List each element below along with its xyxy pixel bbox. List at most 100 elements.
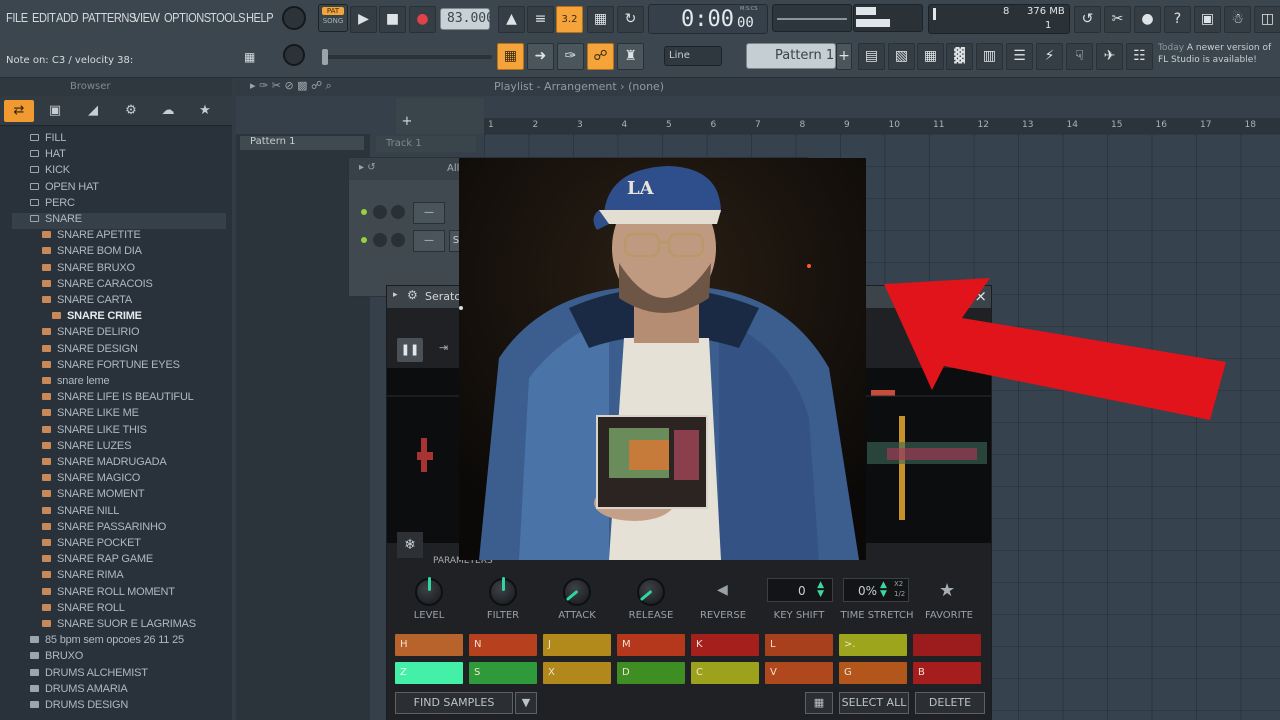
plugin-icon[interactable]: ⚡ [1036, 43, 1063, 70]
draw-icon[interactable]: ✑ [557, 43, 584, 70]
channel-rack-icon[interactable]: ▧ [888, 43, 915, 70]
stretch-half[interactable]: 1/2 [894, 590, 905, 598]
sample-pad[interactable]: D [617, 662, 685, 684]
menu-tools[interactable]: TOOLS [210, 10, 246, 25]
add-track-button[interactable]: + [396, 114, 418, 134]
stop-button[interactable]: ■ [379, 6, 406, 33]
browser-item[interactable]: SNARE NILL [42, 505, 119, 521]
browser-item[interactable]: SNARE LIKE ME [42, 407, 139, 423]
browser-item[interactable]: SNARE [12, 213, 226, 229]
tempo-display[interactable]: 83.000 [440, 8, 494, 30]
countdown-icon[interactable]: 3.2 [556, 6, 583, 33]
release-knob[interactable] [637, 578, 665, 606]
browser-item[interactable]: DRUMS ALCHEMIST [30, 667, 148, 683]
sample-pad[interactable]: M [617, 634, 685, 656]
keyboard-icon[interactable]: ▦ [805, 692, 833, 714]
browser-project-icon[interactable]: ▣ [40, 100, 70, 122]
step-edit-icon[interactable]: ▦ [587, 6, 614, 33]
sample-pad[interactable]: B [913, 662, 981, 684]
browser-item[interactable]: SNARE BRUXO [42, 262, 135, 278]
mixer-icon[interactable]: ▤ [858, 43, 885, 70]
loop-record-icon[interactable]: ↻ [617, 6, 644, 33]
browser-item[interactable]: SNARE ROLL MOMENT [42, 586, 175, 602]
sample-pad[interactable]: L [765, 634, 833, 656]
browser-item[interactable]: DRUMS AMARIA [30, 683, 128, 699]
sample-pad[interactable]: C [691, 662, 759, 684]
menu-add[interactable]: ADD [56, 10, 78, 25]
piano-icon[interactable]: ▦ [244, 50, 255, 64]
pat-song-switch[interactable]: PAT SONG [318, 4, 348, 32]
browser-item[interactable]: PERC [30, 197, 75, 213]
browser-item[interactable]: SNARE POCKET [42, 537, 141, 553]
sample-pad[interactable]: X [543, 662, 611, 684]
plugin-arrow-icon[interactable]: ▸ [393, 290, 398, 300]
browser-item[interactable]: SNARE BOM DIA [42, 245, 142, 261]
snap-selector[interactable]: Line [664, 46, 722, 66]
browser-item[interactable]: snare leme [42, 375, 110, 391]
more-icon[interactable]: ◫ [1254, 6, 1280, 33]
add-pattern-button[interactable]: + [836, 43, 852, 70]
browser-item[interactable]: SNARE FORTUNE EYES [42, 359, 180, 375]
browser-item[interactable]: SNARE DESIGN [42, 343, 138, 359]
browser-item[interactable]: SNARE CARACOIS [42, 278, 153, 294]
browser-item[interactable]: SNARE LUZES [42, 440, 131, 456]
save-icon[interactable]: ▣ [1194, 6, 1221, 33]
playlist-tools-icon[interactable]: ▸ ✑ ✂ ⊘ ▩ ☍ ⌕ [250, 79, 332, 93]
stamp-icon[interactable]: ♜ [617, 43, 644, 70]
time-stretch-box[interactable]: 0% ▲ ▼ X2 1/2 [843, 578, 909, 602]
sample-pad[interactable]: Z [395, 662, 463, 684]
rack-menu-icon[interactable]: ▸ ↺ [359, 162, 376, 173]
browser-favorites-icon[interactable]: ★ [190, 100, 220, 122]
browser-cloud-icon[interactable]: ☁ [153, 100, 183, 122]
browser-item[interactable]: KICK [30, 164, 70, 180]
cut-icon[interactable]: ✂ [1104, 6, 1131, 33]
browser-item[interactable]: SNARE RIMA [42, 569, 124, 585]
browser-item[interactable]: BRUXO [30, 650, 83, 666]
undo-icon[interactable]: ↺ [1074, 6, 1101, 33]
browser-item[interactable]: FILL [30, 132, 66, 148]
menu-options[interactable]: OPTIONS [164, 10, 211, 25]
sample-pad[interactable]: V [765, 662, 833, 684]
find-samples-button[interactable]: FIND SAMPLES [395, 692, 513, 714]
level-knob[interactable] [415, 577, 443, 606]
key-shift-box[interactable]: 0 ▲ ▼ [767, 578, 833, 602]
microphone-icon[interactable]: ● [1134, 6, 1161, 33]
plugin-picker-icon[interactable]: ☰ [1006, 43, 1033, 70]
browser-all-icon[interactable]: ⇄ [4, 100, 34, 122]
browser-item[interactable]: SNARE DELIRIO [42, 326, 140, 342]
plugin-gear-icon[interactable]: ⚙ [407, 288, 418, 302]
filter-knob[interactable] [489, 577, 517, 606]
browser-icon[interactable]: ▥ [976, 43, 1003, 70]
track-header[interactable]: Track 1 [376, 136, 476, 152]
select-all-button[interactable]: SELECT ALL [839, 692, 909, 714]
rack-channel-row[interactable]: — [357, 202, 457, 224]
pitch-knob[interactable] [283, 44, 305, 66]
browser-item[interactable]: SNARE CRIME [52, 310, 142, 326]
browser-item[interactable]: DRUMS DESIGN [30, 699, 128, 715]
browser-item[interactable]: SNARE LIKE THIS [42, 424, 147, 440]
browser-item[interactable]: SNARE ROLL [42, 602, 125, 618]
sample-pad[interactable]: H [395, 634, 463, 656]
sample-pad[interactable]: G [839, 662, 907, 684]
favorite-icon[interactable]: ★ [939, 580, 955, 601]
pause-button[interactable]: ❚❚ [397, 338, 423, 362]
wait-input-icon[interactable]: ≡ [527, 6, 554, 33]
playlist-ruler[interactable]: 1 2 3 4 5 6 7 8 9 10 11 12 13 14 15 16 17 18 [484, 118, 1280, 134]
sample-pad[interactable]: S [469, 662, 537, 684]
sample-pad[interactable]: J [543, 634, 611, 656]
menu-edit[interactable]: EDIT [32, 10, 56, 25]
attack-knob[interactable] [563, 578, 591, 606]
arrow-icon[interactable]: ➜ [527, 43, 554, 70]
browser-item[interactable]: SNARE MADRUGADA [42, 456, 167, 472]
record-button[interactable]: ● [409, 6, 436, 33]
delete-button[interactable]: DELETE [915, 692, 985, 714]
master-pitch-slider[interactable] [322, 49, 492, 65]
browser-speaker-icon[interactable]: ◢ [78, 100, 108, 122]
master-volume-knob[interactable] [282, 6, 306, 30]
sample-pad[interactable]: N [469, 634, 537, 656]
touch-icon[interactable]: ☟ [1066, 43, 1093, 70]
stretch-x2[interactable]: X2 [894, 580, 903, 588]
browser-item[interactable]: SNARE LIFE IS BEAUTIFUL [42, 391, 194, 407]
tuner-icon[interactable]: ☃ [1224, 6, 1251, 33]
playlist-view-icon[interactable]: ▦ [497, 43, 524, 70]
